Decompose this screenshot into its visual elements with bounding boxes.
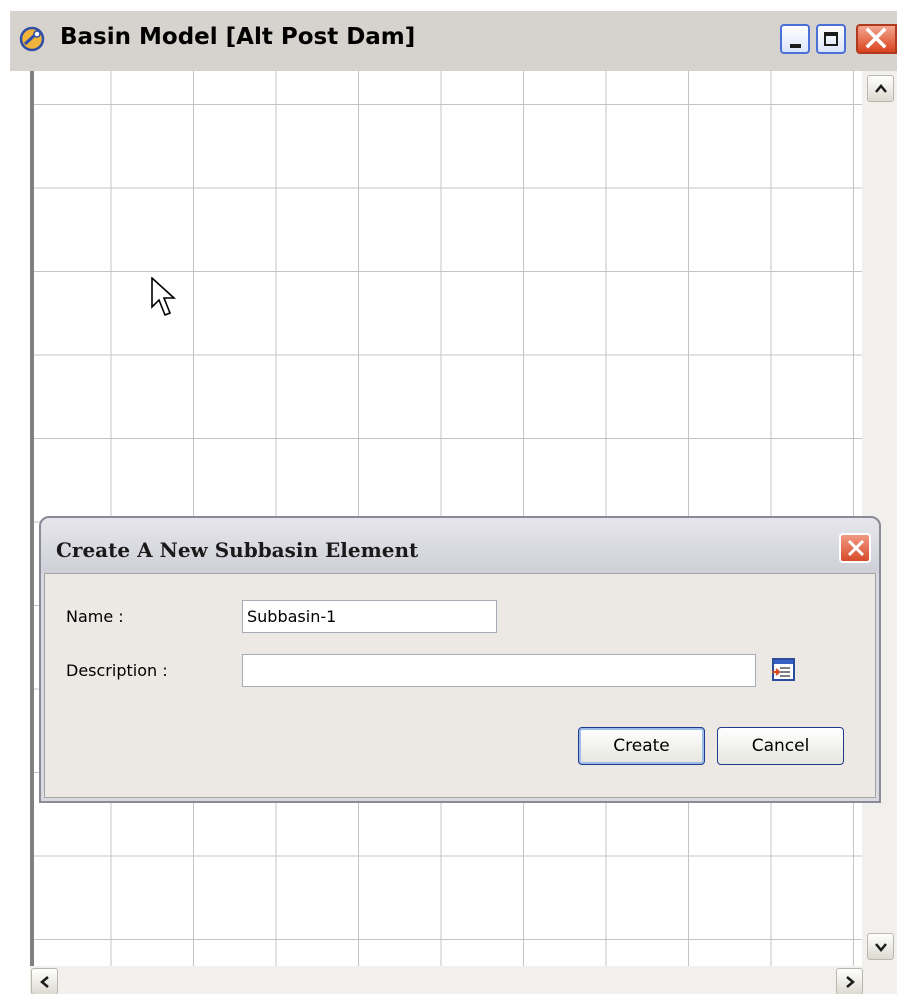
chevron-up-icon bbox=[875, 84, 887, 93]
chevron-right-icon bbox=[846, 976, 855, 988]
horizontal-scrollbar[interactable] bbox=[30, 966, 897, 994]
scroll-left-button[interactable] bbox=[31, 968, 58, 995]
window-title: Basin Model [Alt Post Dam] bbox=[60, 24, 416, 50]
minimize-icon bbox=[790, 44, 801, 48]
dialog-title: Create A New Subbasin Element bbox=[56, 538, 419, 562]
window-bottom-border bbox=[0, 994, 897, 1006]
close-icon bbox=[847, 539, 865, 557]
maximize-icon bbox=[824, 32, 838, 46]
chevron-left-icon bbox=[40, 976, 49, 988]
window-left-border bbox=[10, 71, 30, 1006]
cancel-button[interactable]: Cancel bbox=[717, 727, 844, 765]
description-field[interactable] bbox=[242, 654, 756, 687]
chevron-down-icon bbox=[875, 943, 887, 952]
name-label: Name : bbox=[66, 607, 124, 626]
name-field[interactable]: Subbasin-1 bbox=[242, 600, 497, 633]
minimize-button[interactable] bbox=[780, 24, 810, 54]
close-button[interactable] bbox=[856, 24, 897, 54]
create-button[interactable]: Create bbox=[578, 727, 705, 765]
dialog-close-button[interactable] bbox=[839, 533, 871, 563]
scroll-right-button[interactable] bbox=[836, 968, 863, 995]
scroll-down-button[interactable] bbox=[867, 933, 894, 960]
dialog-title-bar[interactable]: Create A New Subbasin Element bbox=[41, 518, 879, 573]
basin-model-window: Basin Model [Alt Post Dam] bbox=[0, 0, 897, 1006]
app-icon bbox=[19, 26, 45, 52]
scroll-up-button[interactable] bbox=[867, 75, 894, 102]
description-label: Description : bbox=[66, 661, 168, 680]
description-editor-icon[interactable] bbox=[770, 657, 797, 682]
mouse-cursor-icon bbox=[151, 277, 177, 317]
close-icon bbox=[865, 27, 887, 49]
maximize-button[interactable] bbox=[816, 24, 846, 54]
